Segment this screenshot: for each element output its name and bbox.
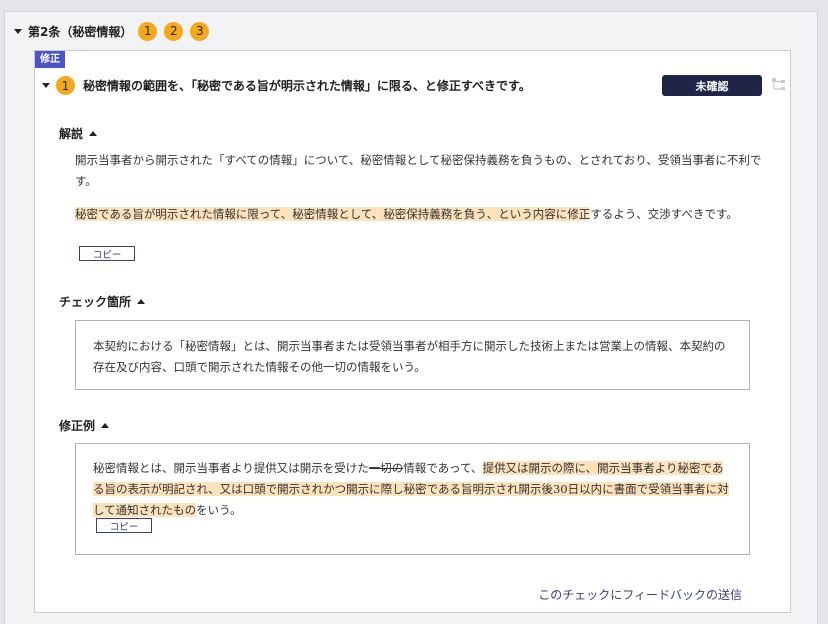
collapse-caret-icon[interactable]: [14, 28, 22, 34]
example-text-mid: 情報であって、: [403, 461, 483, 475]
issue-title: 秘密情報の範囲を、「秘密である旨が明示された情報」に限る、と修正すべきです。: [83, 79, 531, 93]
issue-badge-3[interactable]: 3: [190, 21, 210, 41]
explanation-rest: するよう、交渉すべきです。: [590, 207, 738, 221]
issue-header[interactable]: 1 秘密情報の範囲を、「秘密である旨が明示された情報」に限る、と修正すべきです。: [42, 76, 531, 95]
explanation-paragraph-1: 開示当事者から開示された「すべての情報」について、秘密情報として秘密保持義務を負…: [75, 153, 762, 188]
revise-tag: 修正: [35, 51, 65, 68]
explanation-label: 解説: [59, 127, 84, 141]
article-header[interactable]: 第2条（秘密情報） 1 2 3: [14, 21, 216, 41]
check-text-box: 本契約における「秘密情報」とは、開示当事者または受領当事者が相手方に開示した技術…: [75, 320, 750, 390]
caret-up-icon: [137, 299, 146, 304]
issue-badge-2[interactable]: 2: [164, 21, 184, 41]
example-text-box: 秘密情報とは、開示当事者より提供又は開示を受けた一切の情報であって、提供又は開示…: [75, 443, 750, 555]
example-text-pre: 秘密情報とは、開示当事者より提供又は開示を受けた: [93, 461, 369, 475]
example-label: 修正例: [59, 419, 96, 433]
issue-badge-1[interactable]: 1: [138, 21, 158, 41]
example-deleted-text: 一切の: [368, 461, 404, 475]
status-button[interactable]: 未確認: [662, 75, 762, 96]
check-section-toggle[interactable]: チェック箇所: [59, 293, 146, 310]
caret-up-icon: [101, 423, 110, 428]
explanation-section-toggle[interactable]: 解説: [59, 125, 98, 142]
explanation-paragraph-2: 秘密である旨が明示された情報に限って、秘密情報として、秘密保持義務を負う、という…: [75, 204, 765, 225]
article-title: 第2条（秘密情報）: [28, 24, 133, 39]
example-section-toggle[interactable]: 修正例: [59, 417, 110, 434]
copy-button[interactable]: コピー: [79, 246, 135, 261]
feedback-link[interactable]: このチェックにフィードバックの送信: [538, 586, 742, 603]
explanation-highlight: 秘密である旨が明示された情報に限って、秘密情報として、秘密保持義務を負う、という…: [75, 207, 591, 221]
example-text-post: をいう。: [196, 503, 242, 517]
collapse-caret-icon[interactable]: [42, 83, 50, 88]
copy-button[interactable]: コピー: [96, 518, 152, 533]
check-text: 本契約における「秘密情報」とは、開示当事者または受領当事者が相手方に開示した技術…: [93, 339, 726, 374]
check-label: チェック箇所: [59, 295, 132, 309]
caret-up-icon: [89, 131, 98, 136]
issue-number-badge: 1: [56, 76, 75, 95]
example-text: 秘密情報とは、開示当事者より提供又は開示を受けた一切の情報であって、提供又は開示…: [93, 458, 733, 521]
structure-icon[interactable]: [771, 77, 787, 93]
issue-card: 修正 1 秘密情報の範囲を、「秘密である旨が明示された情報」に限る、と修正すべき…: [34, 50, 791, 613]
